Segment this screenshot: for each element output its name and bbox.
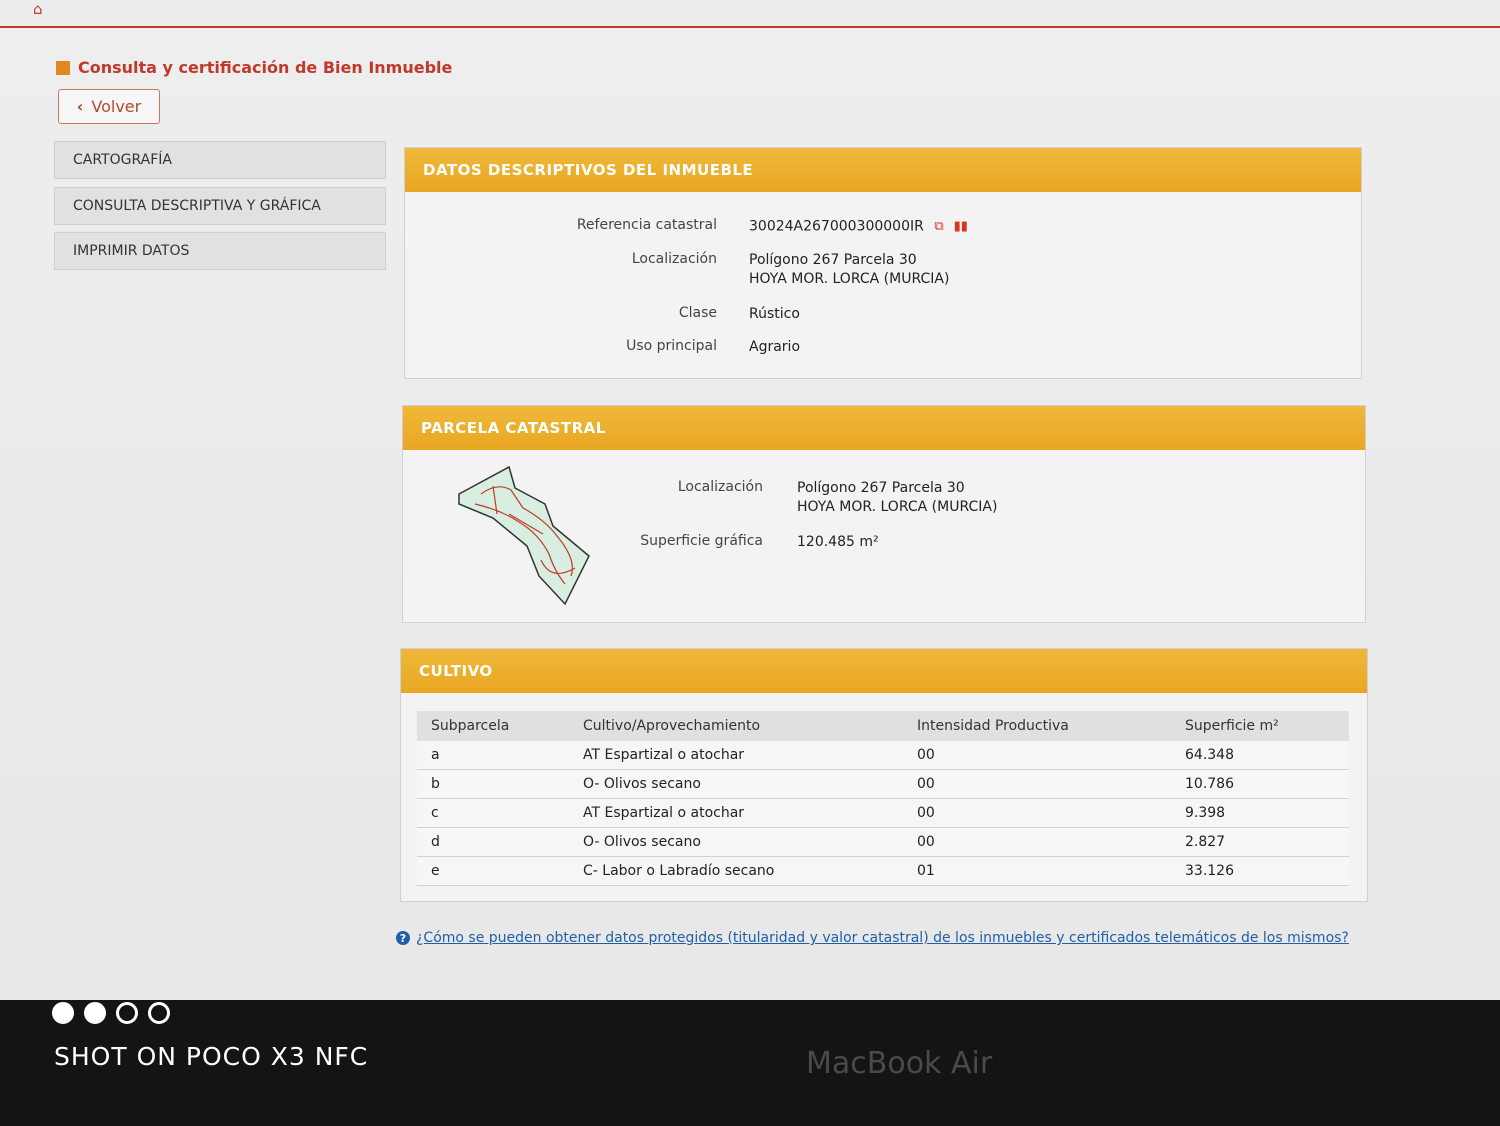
- help-link[interactable]: ? ¿Cómo se pueden obtener datos protegid…: [396, 930, 1349, 946]
- table-row: c AT Espartizal o atochar 00 9.398: [417, 798, 1349, 828]
- dot-icon: [116, 1002, 138, 1024]
- home-icon[interactable]: ⌂: [33, 2, 43, 17]
- question-circle-icon: ?: [396, 931, 410, 945]
- camera-watermark-dots: [52, 1002, 170, 1024]
- camera-watermark-text: SHOT ON POCO X3 NFC: [54, 1042, 369, 1071]
- col-superficie: Superficie m²: [1171, 711, 1349, 741]
- parcela-catastral-header: PARCELA CATASTRAL: [403, 406, 1365, 450]
- table-row: e C- Labor o Labradío secano 01 33.126: [417, 856, 1349, 886]
- localizacion-label: Localización: [631, 251, 717, 267]
- browser-screen: ⌂ Consulta y certificación de Bien Inmue…: [0, 0, 1500, 1000]
- back-button[interactable]: ‹ Volver: [58, 89, 160, 124]
- uso-principal-value: Agrario: [749, 339, 801, 355]
- clase-value: Rústico: [749, 306, 800, 322]
- localizacion-value: Polígono 267 Parcela 30 HOYA MOR. LORCA …: [749, 252, 950, 287]
- dot-icon: [52, 1002, 74, 1024]
- barcode-icon[interactable]: ▮▮: [954, 217, 968, 236]
- datos-descriptivos-header: DATOS DESCRIPTIVOS DEL INMUEBLE: [405, 148, 1361, 192]
- table-row: a AT Espartizal o atochar 00 64.348: [417, 741, 1349, 770]
- col-intensidad: Intensidad Productiva: [903, 711, 1171, 741]
- col-cultivo: Cultivo/Aprovechamiento: [569, 711, 903, 741]
- section-square-icon: [56, 60, 70, 75]
- table-row: b O- Olivos secano 00 10.786: [417, 769, 1349, 799]
- laptop-model-label: MacBook Air: [806, 1046, 993, 1081]
- ref-catastral-label: Referencia catastral: [576, 217, 717, 233]
- superficie-grafica-label: Superficie gráfica: [640, 533, 763, 549]
- copy-icon[interactable]: ⧉: [934, 217, 943, 236]
- cultivo-panel: CULTIVO Subparcela Cultivo/Aprovechamien…: [400, 648, 1368, 902]
- superficie-grafica-value: 120.485 m²: [797, 534, 879, 550]
- col-subparcela: Subparcela: [417, 711, 569, 741]
- dot-icon: [84, 1002, 106, 1024]
- table-row: d O- Olivos secano 00 2.827: [417, 827, 1349, 857]
- cultivo-header: CULTIVO: [401, 649, 1367, 693]
- table-header-row: Subparcela Cultivo/Aprovechamiento Inten…: [417, 711, 1349, 741]
- sidebar-item-cartografia[interactable]: CARTOGRAFÍA: [54, 141, 386, 179]
- dot-icon: [148, 1002, 170, 1024]
- ref-catastral-value: 30024A267000300000IR ⧉ ▮▮: [749, 217, 968, 236]
- top-bar: ⌂: [0, 0, 1500, 28]
- page-title: Consulta y certificación de Bien Inmuebl…: [56, 58, 452, 77]
- datos-descriptivos-panel: DATOS DESCRIPTIVOS DEL INMUEBLE Referenc…: [404, 147, 1362, 379]
- parcela-localizacion-label: Localización: [677, 479, 763, 495]
- cultivo-table: Subparcela Cultivo/Aprovechamiento Inten…: [417, 711, 1349, 886]
- chevron-left-icon: ‹: [76, 97, 84, 116]
- sidebar-item-imprimir[interactable]: IMPRIMIR DATOS: [54, 232, 386, 270]
- sidebar-item-consulta[interactable]: CONSULTA DESCRIPTIVA Y GRÁFICA: [54, 187, 386, 225]
- uso-principal-label: Uso principal: [626, 338, 717, 354]
- parcela-localizacion-value: Polígono 267 Parcela 30 HOYA MOR. LORCA …: [797, 480, 998, 515]
- clase-label: Clase: [678, 305, 717, 321]
- parcela-catastral-panel: PARCELA CATASTRAL Localización Polígono …: [402, 405, 1366, 623]
